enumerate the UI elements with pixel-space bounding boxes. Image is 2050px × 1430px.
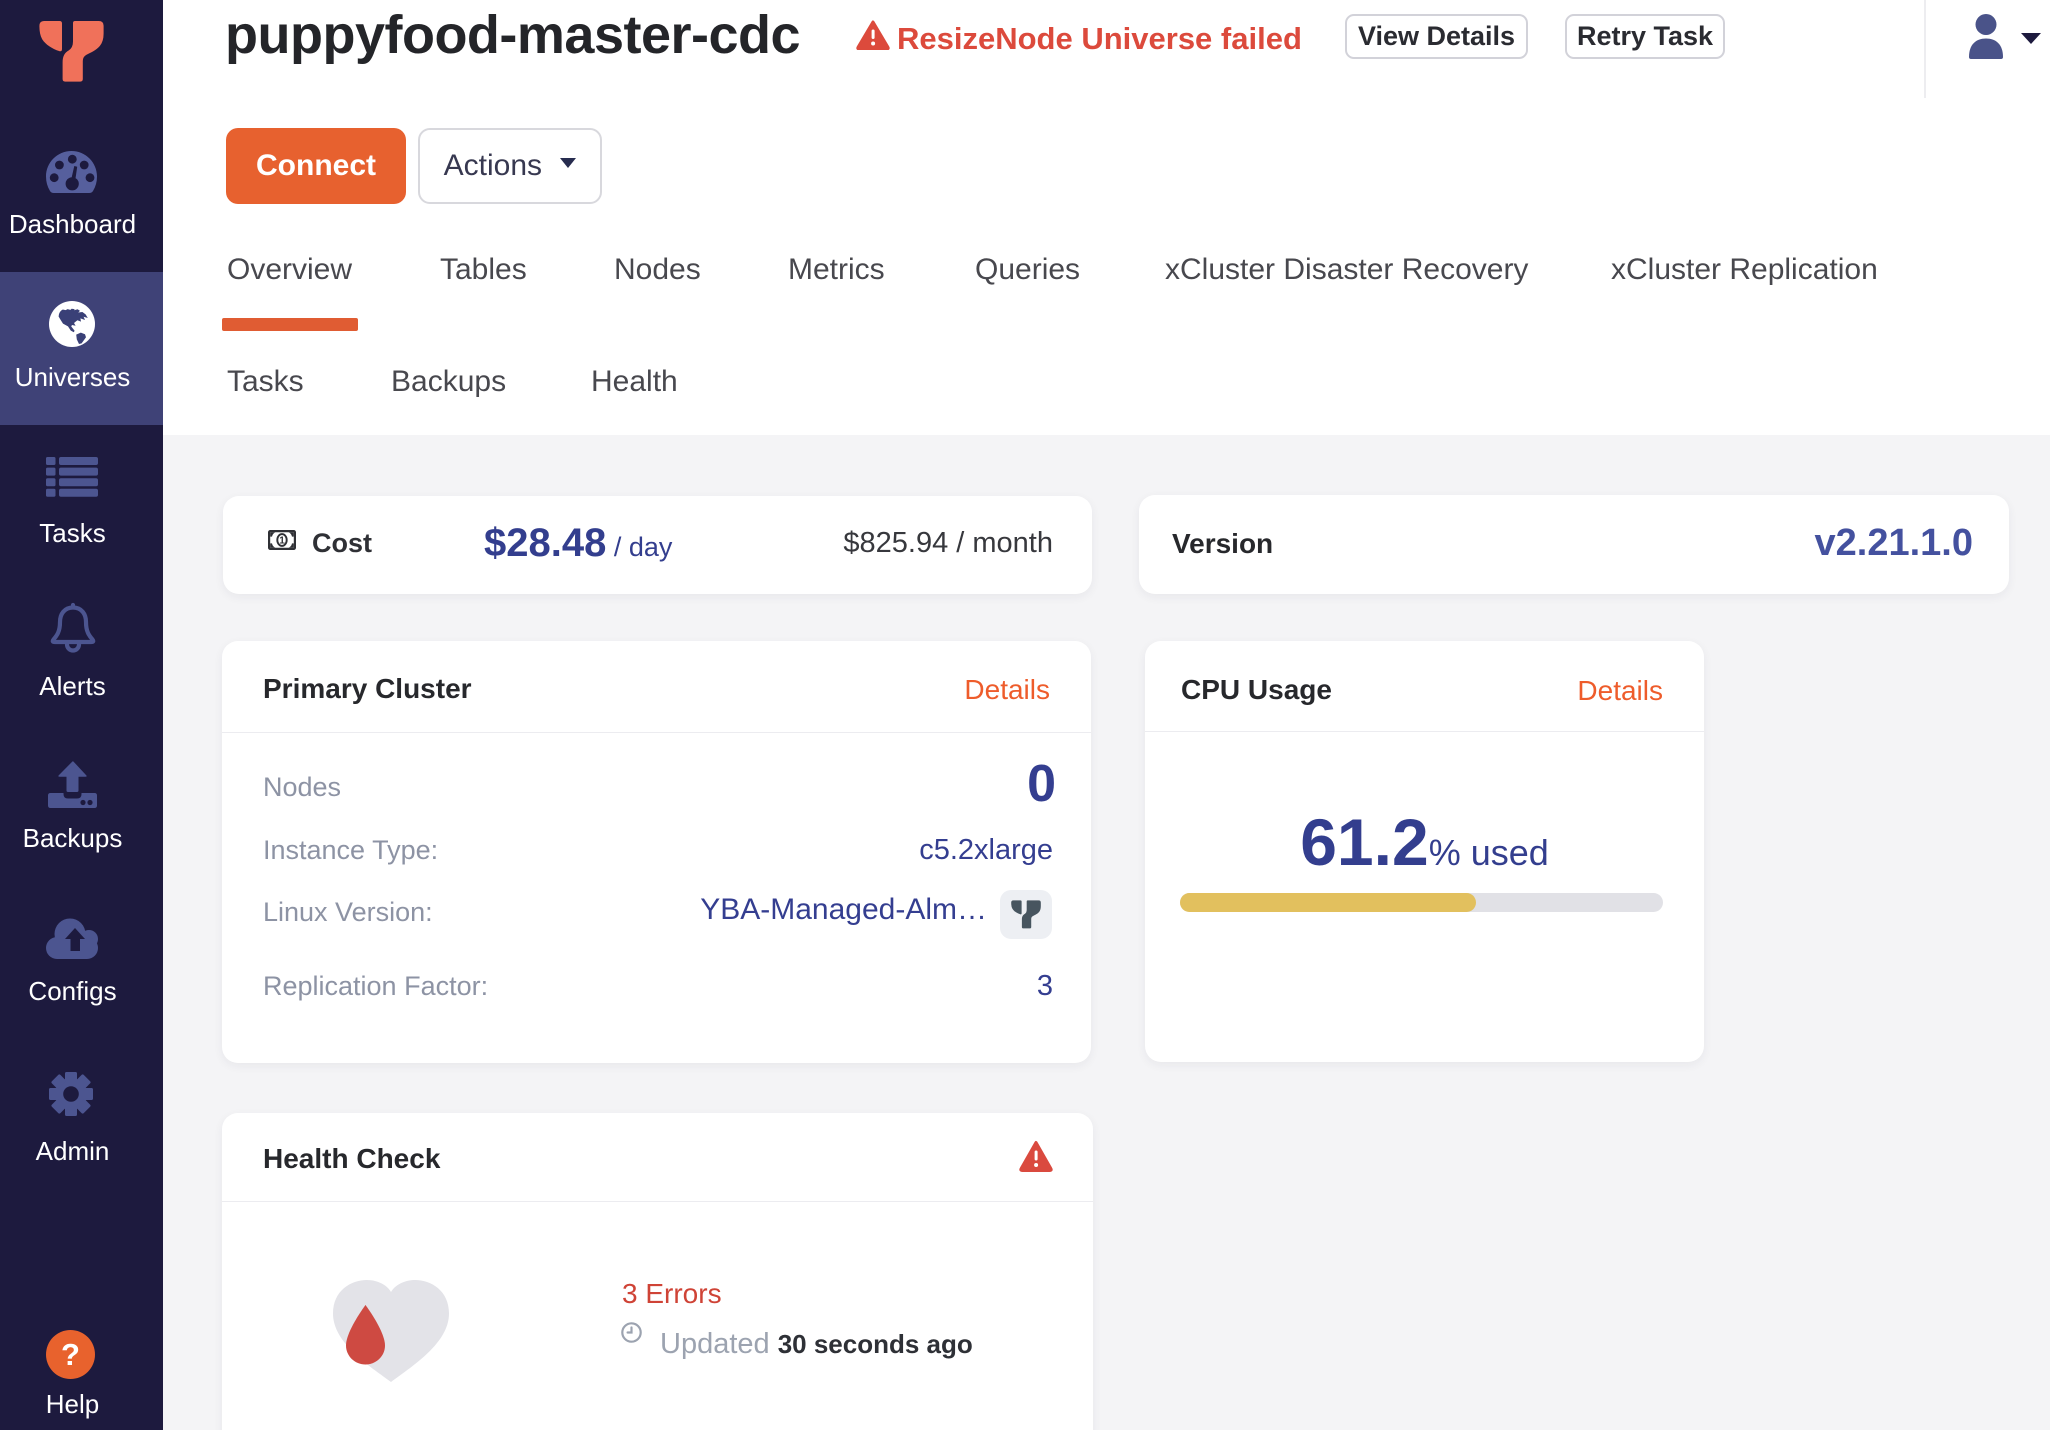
svg-text:1: 1	[279, 535, 285, 546]
